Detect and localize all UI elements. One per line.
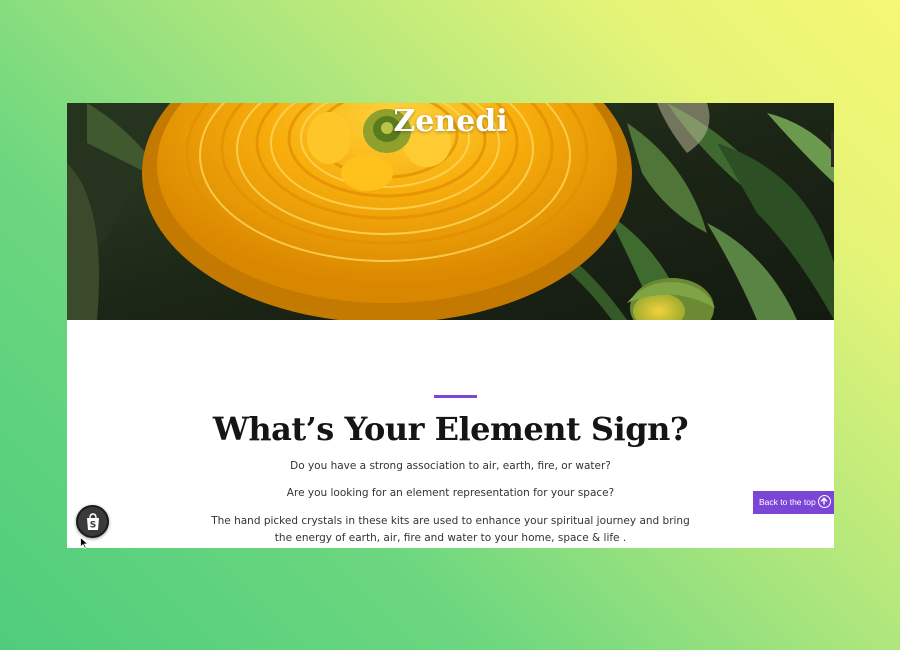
shopify-chat-button[interactable]: S bbox=[76, 505, 109, 538]
section-accent-divider bbox=[434, 395, 477, 398]
arrow-up-circle-icon bbox=[818, 495, 831, 508]
svg-text:S: S bbox=[90, 521, 96, 531]
site-logo-title[interactable]: Zenedi bbox=[67, 103, 834, 142]
intro-paragraph-1: Do you have a strong association to air,… bbox=[290, 460, 611, 472]
shopify-bag-icon: S bbox=[87, 513, 99, 531]
back-to-top-button[interactable]: Back to the top bbox=[753, 491, 834, 514]
browser-viewport: Zenedi What’s Your Element Sign? Do you … bbox=[67, 103, 834, 548]
hero-banner: Zenedi bbox=[67, 103, 834, 320]
scrollbar-thumb[interactable] bbox=[831, 131, 834, 167]
mouse-cursor-icon bbox=[80, 537, 89, 549]
back-to-top-label: Back to the top bbox=[759, 497, 816, 507]
intro-paragraph-3: The hand picked crystals in these kits a… bbox=[211, 515, 690, 544]
section-heading: What’s Your Element Sign? bbox=[212, 410, 689, 448]
intro-paragraph-2: Are you looking for an element represent… bbox=[286, 487, 615, 499]
